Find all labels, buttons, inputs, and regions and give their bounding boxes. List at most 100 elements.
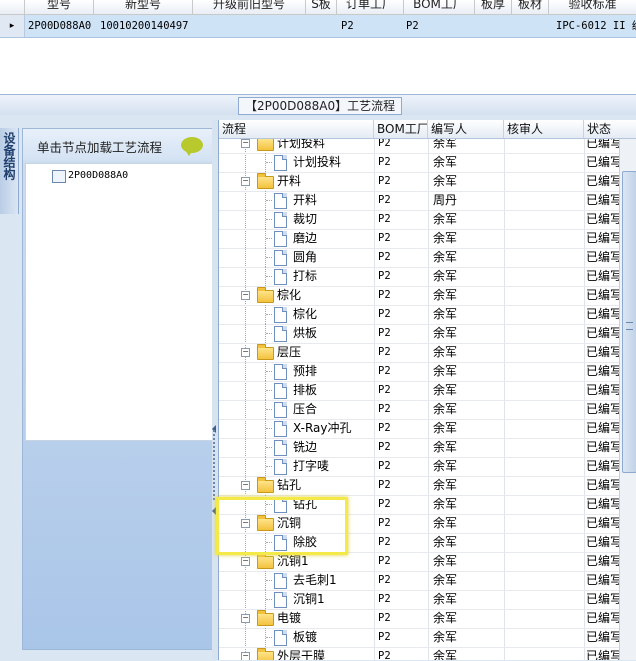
- tree-guide-line: [266, 314, 272, 315]
- bom-factory-cell: P2: [378, 194, 391, 206]
- table-row[interactable]: 裁切 P2 余军 已编写: [219, 210, 619, 230]
- status-cell: 已编写: [586, 421, 619, 435]
- table-row[interactable]: 磨边 P2 余军 已编写: [219, 229, 619, 249]
- table-row[interactable]: X-Ray冲孔 P2 余军 已编写: [219, 419, 619, 439]
- status-cell: 已编写: [586, 174, 619, 188]
- process-label: 铣边: [293, 440, 318, 454]
- folder-icon: [257, 477, 274, 493]
- table-row[interactable]: 压合 P2 余军 已编写: [219, 400, 619, 420]
- bom-factory-cell: P2: [378, 232, 391, 244]
- process-label: 烘板: [293, 326, 318, 340]
- process-label: X-Ray冲孔: [293, 421, 352, 435]
- collapse-toggle-icon[interactable]: −: [241, 139, 250, 148]
- collapse-toggle-icon[interactable]: −: [241, 614, 250, 623]
- top-col-material[interactable]: 板材: [512, 0, 549, 15]
- folder-icon: [257, 139, 274, 151]
- scrollbar-grip-icon: [626, 322, 633, 330]
- writer-cell: 余军: [433, 630, 458, 644]
- col-bom-factory[interactable]: BOM工厂: [374, 120, 428, 138]
- document-icon: [274, 459, 287, 475]
- row-standard: IPC-6012 II 级: [556, 20, 636, 32]
- reviewer-cell: [509, 552, 581, 571]
- table-row[interactable]: − 沉铜1 P2 余军 已编写: [219, 552, 619, 572]
- table-row[interactable]: 预排 P2 余军 已编写: [219, 362, 619, 382]
- folder-icon: [257, 553, 274, 569]
- panel-title[interactable]: 【2P00D088A0】工艺流程: [238, 97, 403, 115]
- table-row[interactable]: 开料 P2 周丹 已编写: [219, 191, 619, 211]
- collapse-toggle-icon[interactable]: −: [241, 481, 250, 490]
- side-tab-device-structure[interactable]: 设备结构: [0, 128, 19, 214]
- empty-band: [0, 38, 636, 94]
- table-row[interactable]: − 层压 P2 余军 已编写: [219, 343, 619, 363]
- top-col-order-factory[interactable]: 订单工厂: [337, 0, 404, 15]
- writer-cell: 周丹: [433, 193, 458, 207]
- process-label: 打字唛: [293, 459, 330, 473]
- collapse-toggle-icon[interactable]: −: [241, 348, 250, 357]
- writer-cell: 余军: [433, 139, 458, 150]
- bom-factory-cell: P2: [378, 555, 391, 567]
- vertical-scrollbar[interactable]: [619, 139, 636, 660]
- col-writer[interactable]: 编写人: [428, 120, 504, 138]
- top-col-new-model[interactable]: 新型号: [94, 0, 193, 15]
- top-col-old-model[interactable]: 升级前旧型号: [193, 0, 306, 15]
- document-icon: [274, 326, 287, 342]
- writer-cell: 余军: [433, 592, 458, 606]
- table-row[interactable]: 计划投料 P2 余军 已编写: [219, 153, 619, 173]
- tree-guide-line: [266, 466, 272, 467]
- table-row[interactable]: 去毛刺1 P2 余军 已编写: [219, 571, 619, 591]
- tree-guide-line: [266, 238, 272, 239]
- col-status[interactable]: 状态: [584, 120, 636, 138]
- status-cell: 已编写: [586, 269, 619, 283]
- process-label: 开料: [277, 174, 302, 188]
- table-row[interactable]: 打字唛 P2 余军 已编写: [219, 457, 619, 477]
- top-col-thickness[interactable]: 板厚: [475, 0, 512, 15]
- writer-cell: 余军: [433, 611, 458, 625]
- table-row[interactable]: 棕化 P2 余军 已编写: [219, 305, 619, 325]
- table-row[interactable]: − 电镀 P2 余军 已编写: [219, 609, 619, 629]
- table-row[interactable]: 打标 P2 余军 已编写: [219, 267, 619, 287]
- grid-header: 流程 BOM工厂 编写人 核审人 状态: [219, 120, 636, 139]
- document-icon: [274, 421, 287, 437]
- status-cell: 已编写: [586, 630, 619, 644]
- collapse-toggle-icon[interactable]: −: [241, 557, 250, 566]
- row-bom-factory: P2: [406, 20, 419, 32]
- status-cell: 已编写: [586, 364, 619, 378]
- reviewer-cell: [509, 533, 581, 552]
- table-row[interactable]: 圆角 P2 余军 已编写: [219, 248, 619, 268]
- document-icon: [274, 383, 287, 399]
- table-row[interactable]: − 开料 P2 余军 已编写: [219, 172, 619, 192]
- process-label: 圆角: [293, 250, 318, 264]
- writer-cell: 余军: [433, 174, 458, 188]
- col-reviewer[interactable]: 核审人: [504, 120, 584, 138]
- top-col-s-board[interactable]: S板: [306, 0, 337, 15]
- status-cell: 已编写: [586, 554, 619, 568]
- table-row[interactable]: 沉铜1 P2 余军 已编写: [219, 590, 619, 610]
- table-row[interactable]: 烘板 P2 余军 已编写: [219, 324, 619, 344]
- row-indicator-icon[interactable]: ▸: [0, 15, 25, 37]
- table-row[interactable]: − 棕化 P2 余军 已编写: [219, 286, 619, 306]
- top-col-standard[interactable]: 验收标准: [549, 0, 636, 15]
- table-row[interactable]: − 计划投料 P2 余军 已编写: [219, 139, 619, 154]
- table-row[interactable]: 排板 P2 余军 已编写: [219, 381, 619, 401]
- table-row[interactable]: − 外层干膜 P2 余军 已编写: [219, 647, 619, 660]
- reviewer-cell: [509, 267, 581, 286]
- document-icon: [274, 630, 287, 646]
- bom-factory-cell: P2: [378, 139, 391, 149]
- table-row[interactable]: 铣边 P2 余军 已编写: [219, 438, 619, 458]
- collapse-toggle-icon[interactable]: −: [241, 177, 250, 186]
- bom-factory-cell: P2: [378, 460, 391, 472]
- collapse-toggle-icon[interactable]: −: [241, 652, 250, 660]
- scrollbar-thumb[interactable]: [622, 171, 636, 473]
- top-grid: 型号 新型号 升级前旧型号 S板 订单工厂 BOM工厂 板厚 板材 验收标准 ▸…: [0, 0, 636, 40]
- collapse-toggle-icon[interactable]: −: [241, 291, 250, 300]
- table-row[interactable]: 板镀 P2 余军 已编写: [219, 628, 619, 648]
- top-col-model[interactable]: 型号: [25, 0, 94, 15]
- top-grid-row[interactable]: ▸ 2P00D088A0 10010200140497 P2 P2 IPC-60…: [0, 15, 636, 38]
- top-col-bom-factory[interactable]: BOM工厂: [404, 0, 475, 15]
- bom-factory-cell: P2: [378, 175, 391, 187]
- col-process[interactable]: 流程: [219, 120, 374, 138]
- reviewer-cell: [509, 628, 581, 647]
- folder-icon: [257, 344, 274, 360]
- table-row[interactable]: − 钻孔 P2 余军 已编写: [219, 476, 619, 496]
- reviewer-cell: [509, 514, 581, 533]
